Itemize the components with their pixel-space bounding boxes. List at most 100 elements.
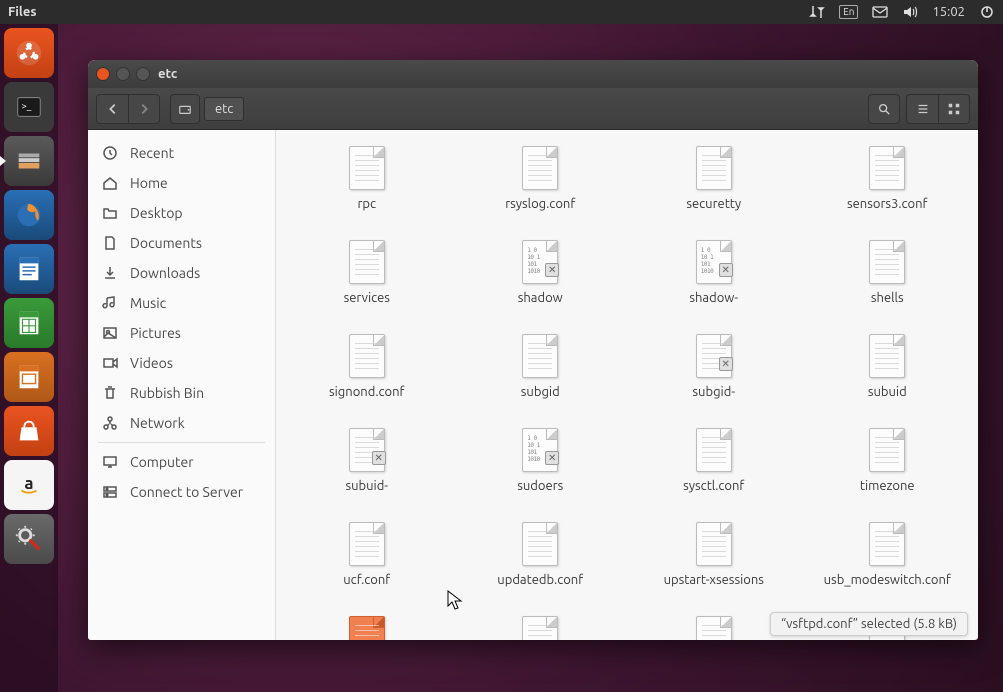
sidebar-item-label: Desktop xyxy=(130,205,183,221)
file-icon-view[interactable]: rpc rsyslog.conf securetty sensors3.conf ser… xyxy=(276,130,978,640)
file-item[interactable]: shells xyxy=(805,234,971,310)
sidebar-item-label: Rubbish Bin xyxy=(130,385,204,401)
launcher-libreoffice-calc[interactable] xyxy=(4,298,54,348)
file-label: subgid- xyxy=(688,384,739,400)
svg-text:a: a xyxy=(24,474,33,493)
file-icon xyxy=(866,332,908,380)
file-label: timezone xyxy=(856,478,919,494)
sidebar-item-label: Music xyxy=(130,295,166,311)
window-close-button[interactable] xyxy=(96,67,110,81)
file-label: rpc xyxy=(353,196,380,212)
sidebar-item-label: Downloads xyxy=(130,265,200,281)
sidebar-item-label: Recent xyxy=(130,145,174,161)
sidebar-item-downloads[interactable]: Downloads xyxy=(88,258,275,288)
file-item[interactable]: timezone xyxy=(805,422,971,498)
sidebar-item-rubbish-bin[interactable]: Rubbish Bin xyxy=(88,378,275,408)
view-grid-button[interactable] xyxy=(938,94,970,124)
file-item[interactable]: vsftpd.conf xyxy=(284,610,450,640)
file-item[interactable]: signond.conf xyxy=(284,328,450,404)
file-label: subuid- xyxy=(341,478,392,494)
file-icon xyxy=(519,144,561,192)
search-button[interactable] xyxy=(868,94,900,124)
file-icon xyxy=(693,426,735,474)
window-title: etc xyxy=(158,67,177,81)
file-icon xyxy=(866,238,908,286)
sidebar-item-recent[interactable]: Recent xyxy=(88,138,275,168)
launcher-libreoffice-writer[interactable] xyxy=(4,244,54,294)
nav-forward-button[interactable] xyxy=(128,94,160,124)
sidebar-item-connect-to-server[interactable]: Connect to Server xyxy=(88,477,275,507)
file-item[interactable]: vtrgb xyxy=(458,610,624,640)
file-icon xyxy=(346,238,388,286)
file-item[interactable]: sysctl.conf xyxy=(631,422,797,498)
file-item[interactable]: ✕subgid- xyxy=(631,328,797,404)
view-list-button[interactable] xyxy=(906,94,938,124)
file-item[interactable]: updatedb.conf xyxy=(458,516,624,592)
sidebar-item-documents[interactable]: Documents xyxy=(88,228,275,258)
file-icon: 1 010 11011010✕ xyxy=(519,426,561,474)
mail-indicator-icon[interactable] xyxy=(872,4,888,20)
language-indicator[interactable]: En xyxy=(839,5,858,19)
file-icon xyxy=(519,520,561,568)
launcher-ubuntu-dash[interactable] xyxy=(4,28,54,78)
file-label: shells xyxy=(867,290,908,306)
launcher-terminal[interactable]: >_ xyxy=(4,82,54,132)
file-label: sudoers xyxy=(513,478,567,494)
sidebar-item-label: Network xyxy=(130,415,185,431)
sidebar-item-label: Computer xyxy=(130,454,194,470)
network-indicator-icon[interactable] xyxy=(809,4,825,20)
launcher-system-settings[interactable] xyxy=(4,514,54,564)
file-label: shadow xyxy=(514,290,567,306)
file-item[interactable]: ucf.conf xyxy=(284,516,450,592)
sidebar-item-music[interactable]: Music xyxy=(88,288,275,318)
sidebar-item-pictures[interactable]: Pictures xyxy=(88,318,275,348)
file-item[interactable]: sensors3.conf xyxy=(805,140,971,216)
toolbar: etc xyxy=(88,88,978,130)
file-icon xyxy=(693,520,735,568)
launcher-files[interactable] xyxy=(4,136,54,186)
file-label: services xyxy=(340,290,394,306)
file-icon xyxy=(346,520,388,568)
file-item[interactable]: services xyxy=(284,234,450,310)
file-item[interactable]: upstart-xsessions xyxy=(631,516,797,592)
file-item[interactable]: subgid xyxy=(458,328,624,404)
file-label: sysctl.conf xyxy=(679,478,748,494)
clock-indicator[interactable]: 15:02 xyxy=(932,5,965,19)
window-titlebar[interactable]: etc xyxy=(88,60,978,88)
volume-indicator-icon[interactable] xyxy=(902,4,918,20)
sidebar-item-desktop[interactable]: Desktop xyxy=(88,198,275,228)
file-item[interactable]: securetty xyxy=(631,140,797,216)
nav-back-button[interactable] xyxy=(96,94,128,124)
window-minimize-button[interactable] xyxy=(116,67,130,81)
sidebar-item-network[interactable]: Network xyxy=(88,408,275,438)
window-maximize-button[interactable] xyxy=(136,67,150,81)
file-label: sensors3.conf xyxy=(843,196,932,212)
launcher-amazon[interactable]: a xyxy=(4,460,54,510)
file-item[interactable]: 1 010 11011010✕ sudoers xyxy=(458,422,624,498)
file-item[interactable]: subuid xyxy=(805,328,971,404)
sidebar-item-label: Pictures xyxy=(130,325,181,341)
file-item[interactable]: 1 010 11011010✕shadow xyxy=(458,234,624,310)
sidebar-item-videos[interactable]: Videos xyxy=(88,348,275,378)
path-device-icon[interactable] xyxy=(170,94,200,124)
file-item[interactable]: 1 010 11011010✕shadow- xyxy=(631,234,797,310)
file-icon xyxy=(866,144,908,192)
session-indicator-icon[interactable] xyxy=(979,4,995,20)
file-label: upstart-xsessions xyxy=(660,572,768,588)
file-label: rsyslog.conf xyxy=(501,196,579,212)
launcher-firefox[interactable] xyxy=(4,190,54,240)
file-item[interactable]: rsyslog.conf xyxy=(458,140,624,216)
status-bar: “vsftpd.conf” selected (5.8 kB) xyxy=(770,612,968,636)
file-item[interactable]: rpc xyxy=(284,140,450,216)
file-icon xyxy=(346,144,388,192)
file-label: shadow- xyxy=(685,290,742,306)
file-item[interactable]: ✕ subuid- xyxy=(284,422,450,498)
path-segment-etc[interactable]: etc xyxy=(204,97,244,121)
file-icon xyxy=(346,332,388,380)
launcher-ubuntu-software[interactable] xyxy=(4,406,54,456)
launcher-libreoffice-impress[interactable] xyxy=(4,352,54,402)
file-item[interactable]: usb_modeswitch.conf xyxy=(805,516,971,592)
sidebar-item-computer[interactable]: Computer xyxy=(88,447,275,477)
sidebar-item-home[interactable]: Home xyxy=(88,168,275,198)
file-icon: ✕ xyxy=(346,426,388,474)
